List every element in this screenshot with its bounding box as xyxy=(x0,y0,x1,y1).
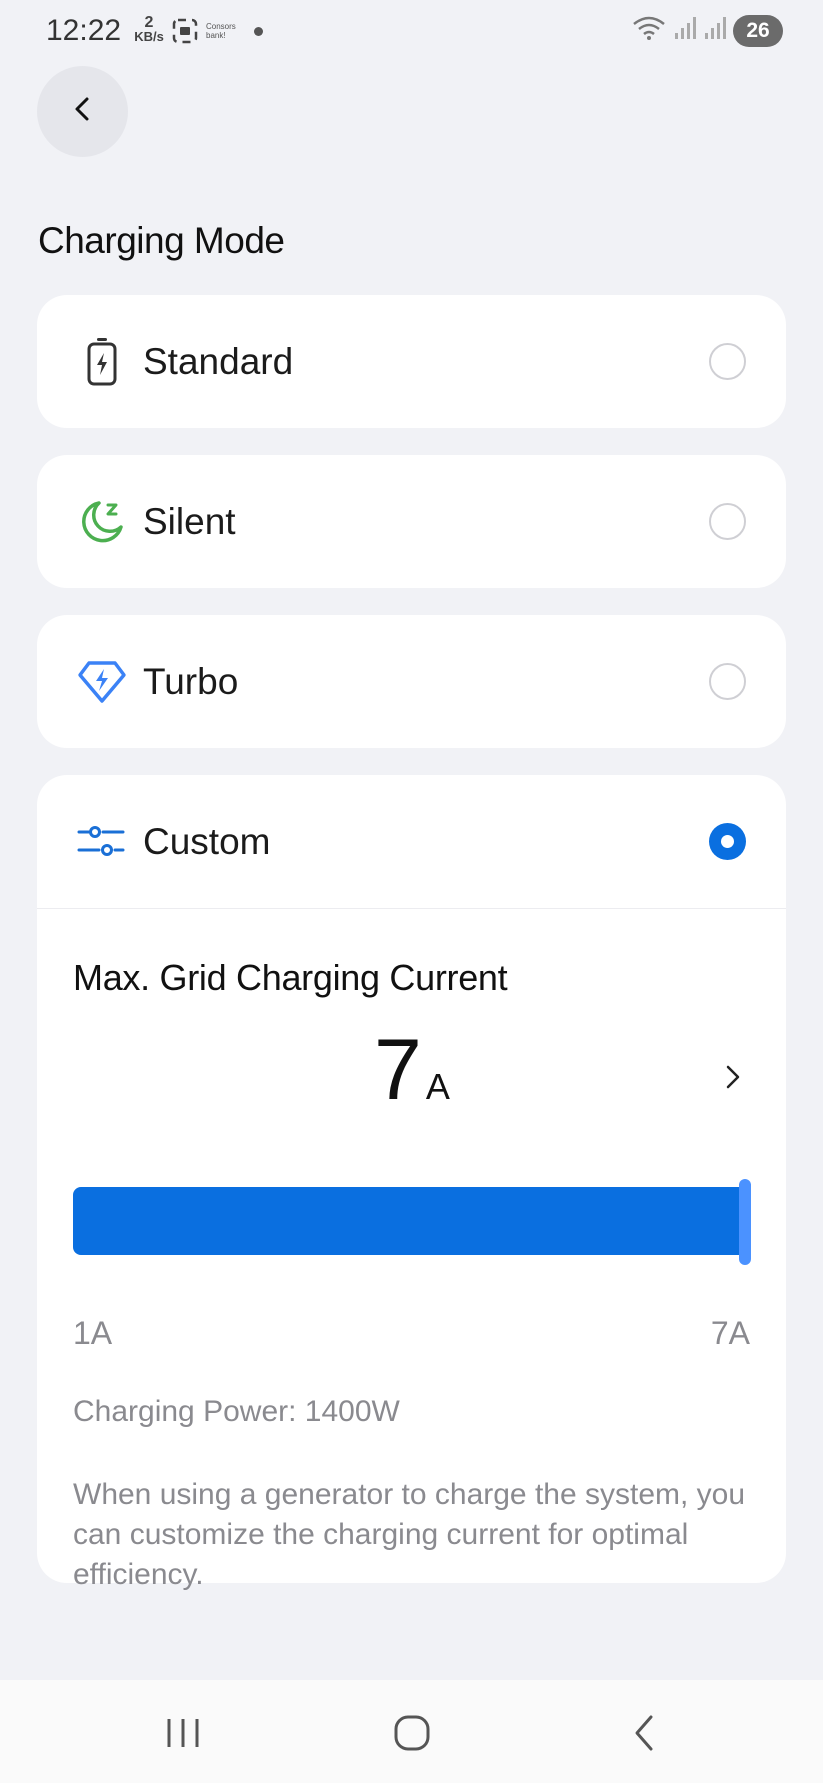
back-icon[interactable] xyxy=(614,1708,674,1758)
home-icon[interactable] xyxy=(382,1708,442,1758)
screenshot-icon xyxy=(172,18,198,49)
slider-handle[interactable] xyxy=(739,1179,751,1265)
status-bar: 12:22 2 KB/s Consors bank! 26 xyxy=(0,0,823,62)
option-label-custom: Custom xyxy=(143,820,271,862)
battery-indicator: 26 xyxy=(733,14,783,47)
current-slider[interactable] xyxy=(73,1179,751,1265)
option-card-standard[interactable]: Standard xyxy=(37,295,786,428)
option-card-turbo[interactable]: Turbo xyxy=(37,615,786,748)
network-speed: 2 KB/s xyxy=(133,14,165,44)
wifi-icon xyxy=(631,14,667,47)
current-value-number: 7 xyxy=(374,1022,422,1118)
option-row-turbo[interactable]: Turbo xyxy=(37,615,786,748)
chevron-right-icon[interactable] xyxy=(713,1057,753,1097)
chevron-left-icon xyxy=(68,94,98,129)
option-row-silent[interactable]: Silent xyxy=(37,455,786,588)
option-label-turbo: Turbo xyxy=(143,660,239,702)
custom-settings-panel: Max. Grid Charging Current 7 A 1A 7A Cha… xyxy=(37,909,786,1591)
network-speed-unit: KB/s xyxy=(134,29,164,44)
notification-dot-icon xyxy=(254,27,263,36)
status-indicators: 26 xyxy=(631,14,783,47)
signal-icon-2 xyxy=(703,15,727,46)
system-nav-bar xyxy=(0,1680,823,1783)
radio-silent[interactable] xyxy=(709,503,746,540)
sliders-icon xyxy=(75,815,129,869)
status-time: 12:22 xyxy=(46,14,122,47)
signal-icon-1 xyxy=(673,15,697,46)
back-button[interactable] xyxy=(37,66,128,157)
description: When using a generator to charge the sys… xyxy=(73,1478,746,1591)
section-title: Max. Grid Charging Current xyxy=(73,957,508,998)
recents-icon[interactable] xyxy=(153,1708,213,1758)
battery-bolt-icon xyxy=(75,335,129,389)
slider-min-label: 1A xyxy=(73,1315,113,1351)
radio-custom[interactable] xyxy=(709,823,746,860)
option-label-silent: Silent xyxy=(143,500,236,542)
radio-turbo[interactable] xyxy=(709,663,746,700)
radio-standard[interactable] xyxy=(709,343,746,380)
notification-app-name: Consors bank! xyxy=(206,22,236,40)
option-row-custom[interactable]: Custom xyxy=(37,775,786,908)
option-row-standard[interactable]: Standard xyxy=(37,295,786,428)
slider-fill xyxy=(73,1187,749,1255)
current-value-display[interactable]: 7 A xyxy=(374,1027,450,1113)
charging-power: Charging Power: 1400W xyxy=(73,1395,400,1428)
diamond-bolt-icon xyxy=(75,655,129,709)
current-value-unit: A xyxy=(425,1066,450,1107)
slider-max-label: 7A xyxy=(710,1315,750,1351)
option-card-silent[interactable]: Silent xyxy=(37,455,786,588)
option-label-standard: Standard xyxy=(143,340,294,382)
moon-sleep-icon xyxy=(75,495,129,549)
network-speed-value: 2 xyxy=(144,14,154,31)
page-title: Charging Mode xyxy=(38,220,285,261)
option-card-custom[interactable]: Custom Max. Grid Charging Current 7 A 1A… xyxy=(37,775,786,1591)
